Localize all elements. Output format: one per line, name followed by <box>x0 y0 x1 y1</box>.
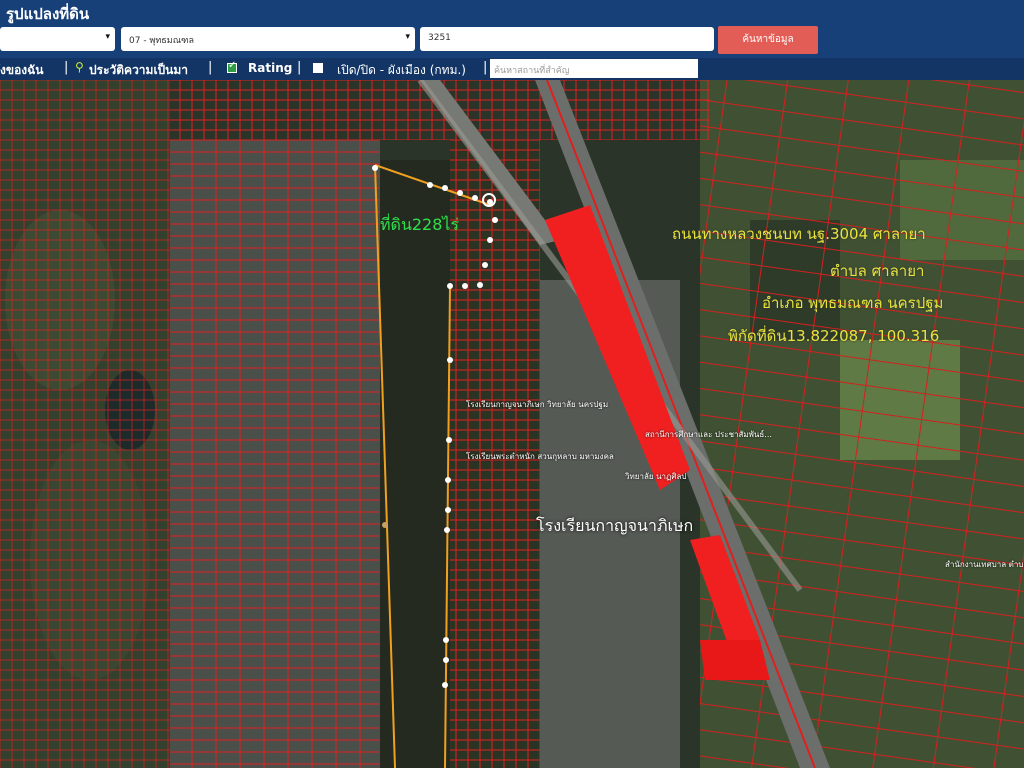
poi-label: โรงเรียนกาญจนาภิเษก วิทยาลัย นครปฐม <box>466 400 609 409</box>
nav-city-plan[interactable]: เปิด/ปิด - ผังเมือง (กทม.) <box>337 61 466 80</box>
nav-my-parcels[interactable]: ังของฉัน <box>0 61 44 80</box>
poi-label: โรงเรียนพระตำหนัก สวนกุหลาบ มหามงคล <box>466 452 614 461</box>
district-select-value: 07 - พุทธมณฑล <box>129 36 195 46</box>
city-plan-checkbox[interactable] <box>313 63 323 73</box>
poi-label: สำนักงานเทศบาล ตำบลศาลายา <box>945 560 1024 569</box>
satellite-map[interactable]: ที่ดิน228ไร่ ถนนทางหลวงชนบท นฐ.3004 ศาลา… <box>0 80 1024 768</box>
chevron-down-icon: ▾ <box>405 32 410 42</box>
district-select[interactable]: 07 - พุทธมณฑล ▾ <box>121 27 415 51</box>
parcel-number-input[interactable]: 3251 <box>420 27 714 51</box>
district-label: อำเภอ พุทธมณฑล นครปฐม <box>762 294 944 312</box>
nav-rating[interactable]: Rating <box>248 61 292 75</box>
coordinates-label: พิกัดที่ดิน13.822087, 100.316 <box>728 327 940 345</box>
sprout-icon: ⚲ <box>75 60 84 74</box>
province-select[interactable]: ▾ <box>0 27 115 51</box>
page-title: รูปแปลงที่ดิน <box>6 5 90 23</box>
poi-search-input[interactable]: ค้นหาสถานที่สำคัญ <box>490 59 698 78</box>
nav-divider: | <box>208 60 213 75</box>
poi-label: วิทยาลัย นาฏศิลป <box>625 472 687 481</box>
poi-label: สถานีการศึกษาและ ประชาสัมพันธ์... <box>645 430 772 439</box>
nav-divider: | <box>483 60 488 75</box>
nav-history[interactable]: ประวัติความเป็นมา <box>89 61 188 80</box>
school-label: โรงเรียนกาญจนาภิเษก <box>536 516 694 535</box>
top-bar: รูปแปลงที่ดิน ▾ 07 - พุทธมณฑล ▾ 3251 ค้น… <box>0 0 1024 80</box>
road-label: ถนนทางหลวงชนบท นฐ.3004 ศาลายา <box>672 225 926 243</box>
map-canvas <box>0 80 1024 768</box>
land-label: ที่ดิน228ไร่ <box>380 215 460 234</box>
nav-divider: | <box>64 60 69 75</box>
rating-checkbox[interactable] <box>227 60 237 73</box>
search-button[interactable]: ค้นหาข้อมูล <box>718 26 818 54</box>
subdistrict-label: ตำบล ศาลายา <box>830 262 925 280</box>
parcel-number-value: 3251 <box>428 33 451 43</box>
nav-divider: | <box>297 60 302 75</box>
filter-caret-icon: ▾ <box>105 32 110 42</box>
